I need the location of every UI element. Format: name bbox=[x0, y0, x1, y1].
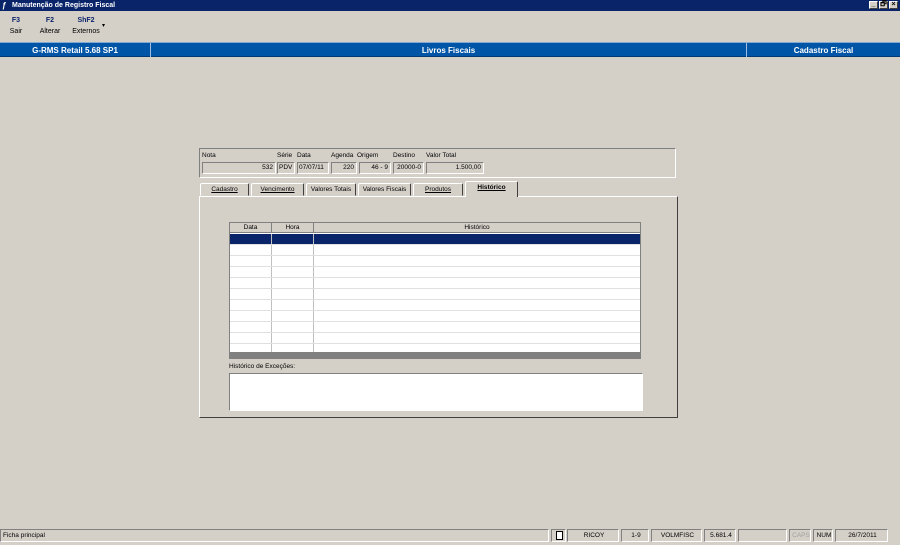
table-row[interactable] bbox=[230, 300, 640, 311]
status-num: NUM bbox=[813, 529, 833, 542]
status-range: 1-9 bbox=[621, 529, 649, 542]
external-label: Externos bbox=[72, 28, 100, 35]
tab-produtos[interactable]: Produtos bbox=[413, 183, 463, 196]
tab-valores-fiscais-label: Valores Fiscais bbox=[362, 186, 407, 193]
module-title: Livros Fiscais bbox=[151, 43, 747, 57]
origem-label: Origem bbox=[357, 152, 379, 159]
destino-label: Destino bbox=[393, 152, 416, 159]
valor-total-label: Valor Total bbox=[426, 152, 457, 159]
window-controls: _ 🗗 × bbox=[869, 1, 898, 9]
agenda-field[interactable]: 220 bbox=[331, 162, 357, 174]
edit-button[interactable]: F2 Alterar bbox=[32, 15, 68, 41]
status-empty bbox=[738, 529, 787, 542]
clipboard-icon bbox=[556, 531, 563, 540]
minimize-icon[interactable]: _ bbox=[869, 1, 878, 9]
table-row[interactable] bbox=[230, 278, 640, 289]
external-shortcut: ShF2 bbox=[77, 17, 95, 24]
origem-field[interactable]: 46 - 9 bbox=[359, 162, 391, 174]
note-header-panel: Nota Série Data Agenda Origem Destino Va… bbox=[199, 148, 676, 178]
title-bar: ƒ Manutenção de Registro Fiscal _ 🗗 × bbox=[0, 0, 900, 11]
serie-label: Série bbox=[277, 152, 293, 159]
column-header-historico[interactable]: Histórico bbox=[314, 223, 640, 232]
exit-label: Sair bbox=[9, 28, 23, 35]
edit-shortcut: F2 bbox=[45, 17, 55, 24]
status-bar: Ficha principal RICOY 1-9 VOLMFISC 5.681… bbox=[0, 528, 900, 544]
column-header-hora[interactable]: Hora bbox=[272, 223, 314, 232]
table-row[interactable] bbox=[230, 234, 640, 245]
status-date: 26/7/2011 bbox=[835, 529, 888, 542]
exit-shortcut: F3 bbox=[11, 17, 21, 24]
nota-field[interactable]: 532 bbox=[202, 162, 276, 174]
status-clipboard[interactable] bbox=[551, 529, 566, 542]
exceptions-textarea[interactable] bbox=[229, 373, 643, 411]
data-label: Data bbox=[297, 152, 311, 159]
screen-title: Cadastro Fiscal bbox=[793, 46, 854, 55]
tab-produtos-label: Produtos bbox=[424, 186, 452, 193]
column-header-data[interactable]: Data bbox=[230, 223, 272, 232]
edit-label: Alterar bbox=[39, 28, 61, 35]
close-icon[interactable]: × bbox=[889, 1, 898, 9]
table-row[interactable] bbox=[230, 289, 640, 300]
serie-field[interactable]: PDV bbox=[277, 162, 295, 174]
status-module: VOLMFISC bbox=[651, 529, 702, 542]
status-main-text: Ficha principal bbox=[0, 529, 549, 542]
tab-valores-totais[interactable]: Valores Totais bbox=[306, 183, 356, 196]
exceptions-label: Histórico de Exceções: bbox=[229, 363, 296, 370]
grid-header: Data Hora Histórico bbox=[230, 223, 640, 233]
status-version: 5.681.4 bbox=[704, 529, 736, 542]
tab-vencimento[interactable]: Vencimento bbox=[251, 183, 304, 196]
header-band: G-RMS Retail 5.68 SP1 Livros Fiscais Cad… bbox=[0, 42, 900, 57]
tab-historico-label: Histórico bbox=[477, 184, 506, 191]
tab-historico[interactable]: Histórico bbox=[465, 181, 518, 197]
table-row[interactable] bbox=[230, 333, 640, 344]
table-row[interactable] bbox=[230, 322, 640, 333]
status-store: RICOY bbox=[567, 529, 619, 542]
status-caps: CAPS bbox=[789, 529, 811, 542]
history-grid[interactable]: Data Hora Histórico bbox=[229, 222, 641, 359]
restore-icon[interactable]: 🗗 bbox=[879, 1, 888, 9]
agenda-label: Agenda bbox=[331, 152, 354, 159]
tab-valores-totais-label: Valores Totais bbox=[310, 186, 352, 193]
product-name: G-RMS Retail 5.68 SP1 bbox=[0, 43, 151, 57]
tab-valores-fiscais[interactable]: Valores Fiscais bbox=[358, 183, 411, 196]
toolbar: F3 Sair F2 Alterar ShF2 Externos ▾ bbox=[0, 15, 105, 41]
toolbar-dropdown-icon[interactable]: ▾ bbox=[102, 15, 105, 41]
table-row[interactable] bbox=[230, 267, 640, 278]
destino-field[interactable]: 20000-0 bbox=[393, 162, 424, 174]
app-icon: ƒ bbox=[2, 1, 7, 10]
tab-vencimento-label: Vencimento bbox=[260, 186, 295, 193]
tab-cadastro-label: Cadastro bbox=[211, 186, 238, 193]
table-row[interactable] bbox=[230, 245, 640, 256]
nota-label: Nota bbox=[202, 152, 216, 159]
tab-cadastro[interactable]: Cadastro bbox=[200, 183, 249, 196]
table-row[interactable] bbox=[230, 256, 640, 267]
data-field[interactable]: 07/07/11 bbox=[297, 162, 329, 174]
valor-total-field[interactable]: 1.500,00 bbox=[426, 162, 484, 174]
table-row[interactable] bbox=[230, 311, 640, 322]
external-button[interactable]: ShF2 Externos bbox=[68, 15, 104, 41]
exit-button[interactable]: F3 Sair bbox=[0, 15, 32, 41]
window-title: Manutenção de Registro Fiscal bbox=[12, 2, 116, 9]
grid-horizontal-scrollbar[interactable] bbox=[230, 352, 640, 358]
